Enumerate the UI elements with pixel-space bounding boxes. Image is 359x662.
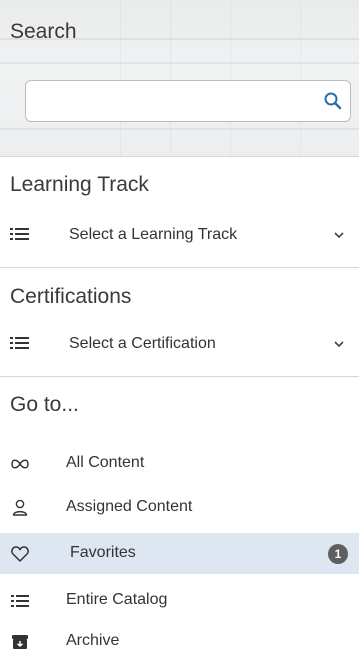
nav-item-label: Entire Catalog bbox=[66, 591, 168, 608]
certification-select-label: Select a Certification bbox=[69, 335, 216, 352]
search-input[interactable] bbox=[25, 80, 351, 122]
nav-item-label: Assigned Content bbox=[66, 498, 193, 515]
nav-item-label: All Content bbox=[66, 454, 145, 471]
search-icon[interactable] bbox=[322, 90, 344, 112]
learning-track-select[interactable]: Select a Learning Track bbox=[0, 218, 359, 252]
goto-title: Go to... bbox=[10, 393, 79, 416]
nav-item-all-content[interactable]: All Content bbox=[0, 443, 359, 484]
learning-track-title: Learning Track bbox=[10, 173, 149, 196]
nav-item-entire-catalog[interactable]: Entire Catalog bbox=[0, 580, 359, 621]
nav-item-assigned-content[interactable]: Assigned Content bbox=[0, 487, 359, 528]
certifications-title: Certifications bbox=[10, 285, 132, 308]
divider bbox=[0, 156, 359, 157]
search-panel: Search bbox=[0, 0, 359, 156]
heart-icon bbox=[11, 546, 29, 562]
user-icon bbox=[12, 499, 28, 516]
nav-item-label: Archive bbox=[66, 632, 120, 649]
chevron-down-icon[interactable] bbox=[333, 229, 345, 241]
infinity-icon bbox=[11, 459, 29, 469]
nav-item-label: Favorites bbox=[70, 544, 136, 561]
divider bbox=[0, 267, 359, 268]
learning-track-select-label: Select a Learning Track bbox=[69, 226, 238, 243]
list-icon bbox=[10, 228, 29, 240]
list-icon bbox=[10, 337, 29, 349]
nav-item-favorites[interactable]: Favorites 1 bbox=[0, 533, 359, 574]
count-badge: 1 bbox=[328, 544, 348, 564]
search-title: Search bbox=[10, 20, 77, 43]
certification-select[interactable]: Select a Certification bbox=[0, 327, 359, 361]
divider bbox=[0, 376, 359, 377]
list-icon bbox=[11, 595, 29, 607]
archive-icon bbox=[12, 635, 28, 649]
nav-item-archive[interactable]: Archive bbox=[0, 621, 359, 662]
chevron-down-icon[interactable] bbox=[333, 338, 345, 350]
